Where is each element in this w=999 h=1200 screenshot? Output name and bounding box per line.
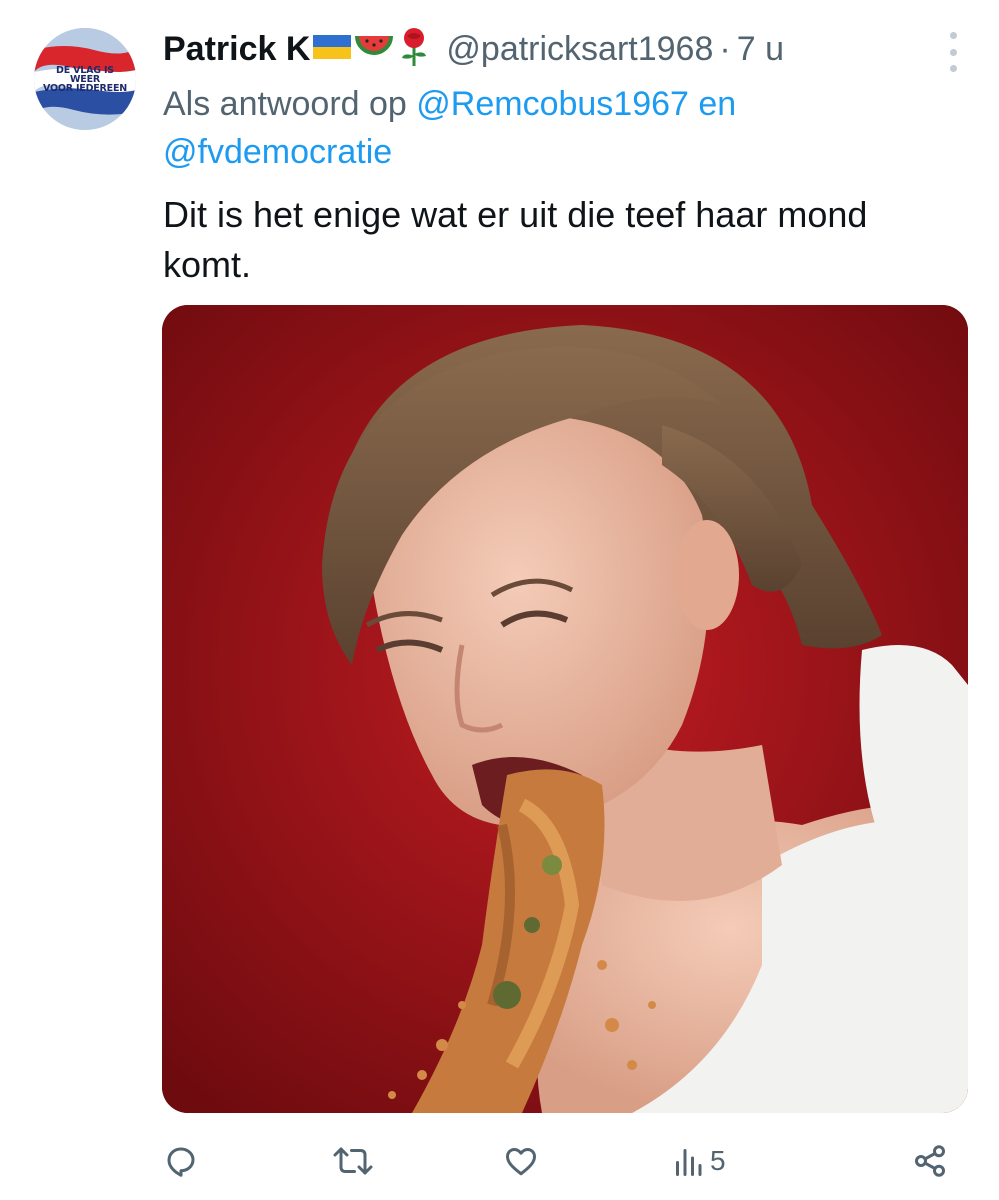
heart-icon [506, 1147, 536, 1176]
analytics-icon [676, 1149, 702, 1176]
share-icon [915, 1145, 945, 1177]
views-count: 5 [710, 1145, 726, 1176]
rose-icon [396, 26, 432, 73]
share-button[interactable] [912, 1136, 948, 1186]
retweet-button[interactable] [332, 1136, 374, 1186]
avatar-flag-text: DE VLAG IS WEER VOOR IEDEREEN [42, 65, 127, 94]
ukraine-flag-icon [312, 33, 352, 66]
tweet-text: Dit is het enige wat er uit die teef haa… [163, 194, 868, 285]
views-button[interactable]: 5 [672, 1136, 726, 1186]
mention-link-2[interactable]: @fvdemocratie [163, 133, 392, 171]
reply-button[interactable] [163, 1136, 199, 1186]
more-options-icon[interactable] [943, 32, 963, 72]
action-bar: 5 [0, 1136, 999, 1186]
watermelon-icon [354, 30, 394, 69]
avatar[interactable]: DE VLAG IS WEER VOOR IEDEREEN [34, 28, 136, 130]
reply-conjunction: en [698, 85, 737, 123]
separator-dot: · [719, 29, 731, 68]
timestamp[interactable]: 7 u [737, 30, 784, 69]
display-name[interactable]: Patrick K [163, 30, 310, 69]
reply-prefix: Als antwoord op [163, 85, 407, 123]
reply-context: Als antwoord op @Remcobus1967 en @fvdemo… [163, 80, 963, 176]
tweet-image[interactable] [162, 305, 968, 1113]
mention-link-1[interactable]: @Remcobus1967 [416, 85, 689, 123]
handle[interactable]: @patricksart1968 [446, 30, 713, 69]
tweet-header: Patrick K @patricksart1968 · 7 u [163, 26, 963, 72]
tweet[interactable]: DE VLAG IS WEER VOOR IEDEREEN Patrick K [0, 0, 999, 1200]
retweet-icon [333, 1147, 373, 1175]
like-button[interactable] [502, 1136, 540, 1186]
reply-icon [167, 1147, 195, 1177]
